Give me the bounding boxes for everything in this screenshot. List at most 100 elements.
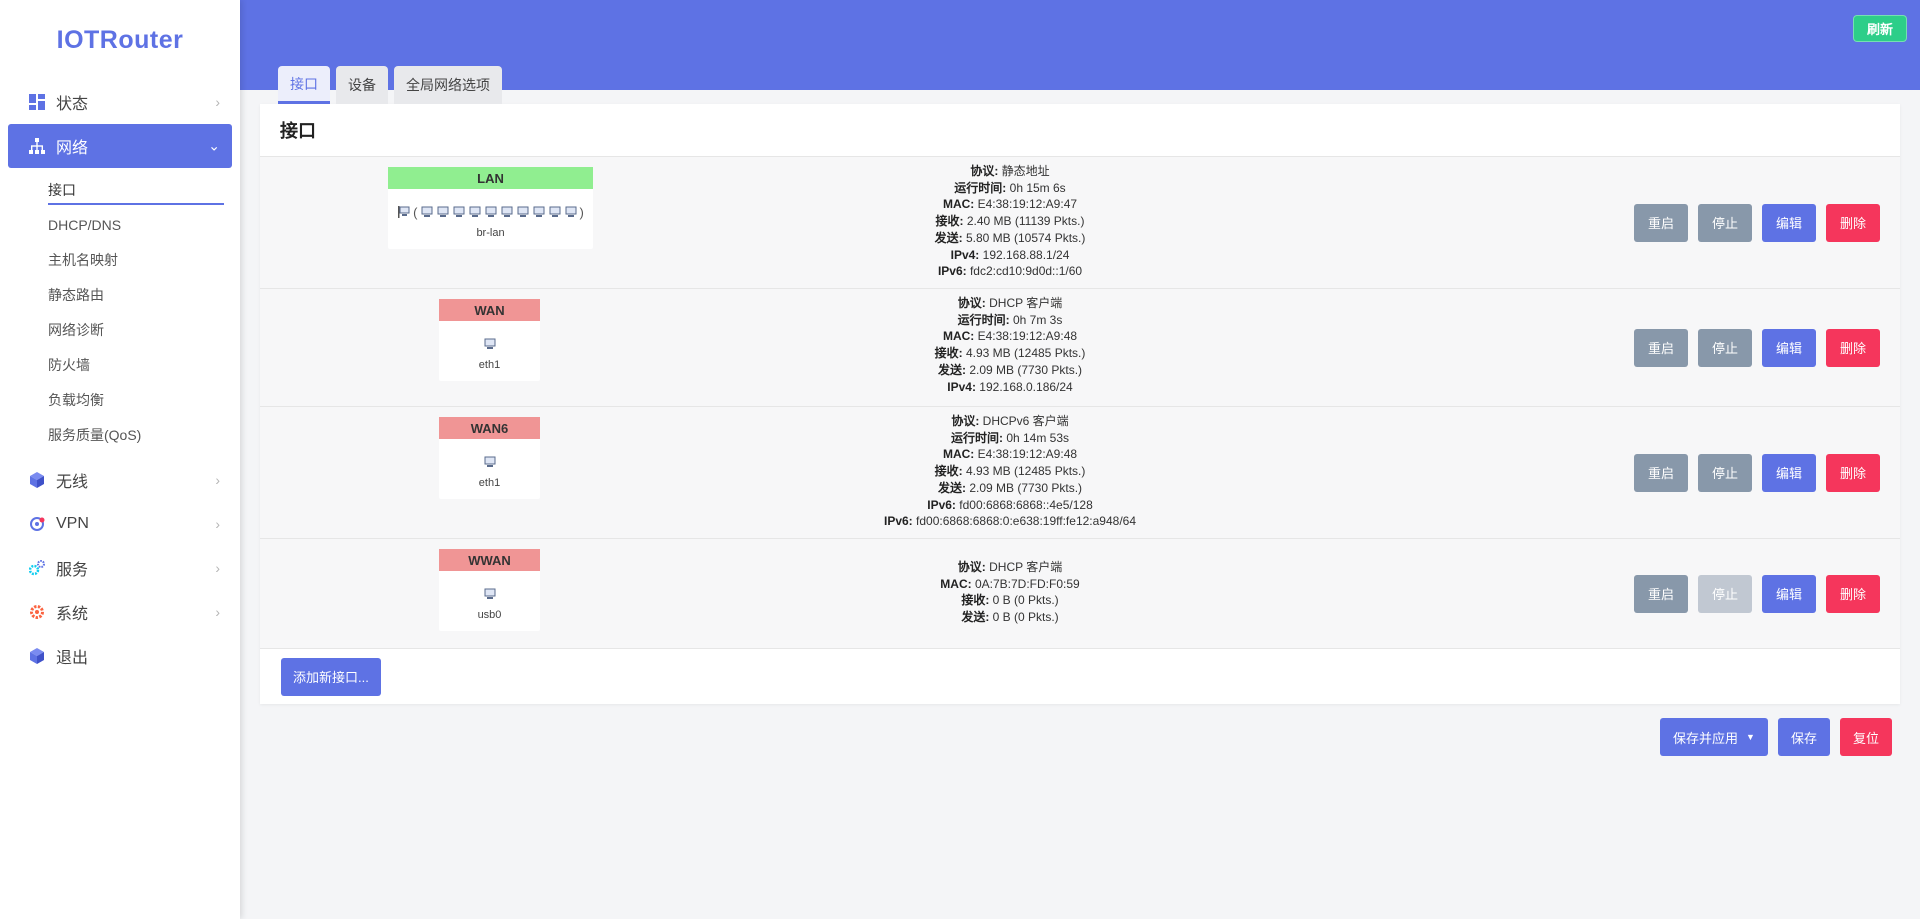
info-line: 运行时间: 0h 15m 6s bbox=[954, 180, 1066, 195]
info-line: 接收: 0 B (0 Pkts.) bbox=[961, 593, 1059, 608]
edit-button[interactable]: 编辑 bbox=[1762, 203, 1816, 242]
ethernet-port-icon bbox=[517, 206, 528, 217]
submenu-item-load-balancing[interactable]: 负载均衡 bbox=[0, 382, 240, 417]
info-line: 接收: 4.93 MB (12485 Pkts.) bbox=[934, 346, 1086, 361]
interface-badge-box: WAN6 eth1 bbox=[439, 417, 540, 499]
delete-button[interactable]: 删除 bbox=[1826, 453, 1880, 492]
add-interface-row: 添加新接口... bbox=[260, 648, 1900, 704]
ethernet-port-icon bbox=[565, 206, 576, 217]
row-actions: 重启 停止 编辑 删除 bbox=[1634, 453, 1880, 492]
submenu-item-interfaces[interactable]: 接口 bbox=[0, 172, 240, 207]
info-line: 发送: 2.09 MB (7730 Pkts.) bbox=[937, 480, 1083, 495]
submenu-item-static-routes[interactable]: 静态路由 bbox=[0, 277, 240, 312]
info-line: 运行时间: 0h 7m 3s bbox=[957, 312, 1063, 327]
sidebar-item-network[interactable]: 网络 ⌄ bbox=[8, 124, 232, 168]
sidebar-item-wireless[interactable]: 无线 › bbox=[8, 458, 232, 502]
info-line: MAC: E4:38:19:12:A9:48 bbox=[942, 447, 1078, 462]
sidebar-item-vpn[interactable]: VPN › bbox=[8, 502, 232, 546]
sidebar-item-label: 系统 bbox=[56, 606, 89, 623]
device-icons bbox=[439, 453, 540, 471]
interfaces-panel: 接口 LAN ( ) br-lan 协议: 静态地址 运行时间: 0h 15m … bbox=[260, 104, 1900, 704]
footer-actions: 保存并应用 ▼ 保存 复位 bbox=[1660, 718, 1892, 756]
sidebar-item-label: 退出 bbox=[56, 650, 89, 667]
edit-button[interactable]: 编辑 bbox=[1762, 328, 1816, 367]
reset-button[interactable]: 复位 bbox=[1839, 718, 1892, 756]
tab-devices[interactable]: 设备 bbox=[336, 66, 388, 104]
ethernet-port-icon bbox=[484, 338, 495, 349]
sidebar-item-label: 无线 bbox=[56, 474, 89, 491]
ethernet-port-icon bbox=[453, 206, 464, 217]
ethernet-port-icon bbox=[469, 206, 480, 217]
ethernet-port-icon bbox=[484, 588, 495, 599]
close-paren: ) bbox=[579, 204, 584, 220]
info-line: 协议: 静态地址 bbox=[970, 164, 1050, 178]
add-interface-button[interactable]: 添加新接口... bbox=[281, 657, 381, 696]
save-button[interactable]: 保存 bbox=[1777, 718, 1830, 756]
refresh-button[interactable]: 刷新 bbox=[1852, 15, 1907, 42]
edit-button[interactable]: 编辑 bbox=[1762, 574, 1816, 613]
sidebar: IOTRouter 状态 › 网络 ⌄ 接口 DHCP/DNS 主机名映射 静态… bbox=[0, 0, 240, 919]
interface-row-wwan: WWAN usb0 协议: DHCP 客户端 MAC: 0A:7B:7D:FD:… bbox=[260, 538, 1900, 648]
ethernet-port-icon bbox=[549, 206, 560, 217]
info-line: IPv6: fdc2:cd10:9d0d::1/60 bbox=[937, 264, 1083, 279]
interface-badge-box: LAN ( ) br-lan bbox=[388, 167, 593, 249]
restart-button[interactable]: 重启 bbox=[1634, 453, 1688, 492]
submenu-item-dhcp-dns[interactable]: DHCP/DNS bbox=[0, 207, 240, 242]
chevron-right-icon: › bbox=[215, 472, 220, 488]
submenu-item-firewall[interactable]: 防火墙 bbox=[0, 347, 240, 382]
sidebar-item-services[interactable]: 服务 › bbox=[8, 546, 232, 590]
sidebar-menu-lower: 无线 › VPN › 服务 › 系统 › 退出 bbox=[0, 458, 240, 678]
device-name: eth1 bbox=[478, 477, 501, 489]
interface-badge-box: WAN eth1 bbox=[439, 299, 540, 381]
ethernet-port-icon bbox=[437, 206, 448, 217]
sidebar-menu: 状态 › 网络 ⌄ bbox=[0, 80, 240, 168]
stop-button[interactable]: 停止 bbox=[1698, 203, 1752, 242]
tab-global-options[interactable]: 全局网络选项 bbox=[394, 66, 502, 104]
restart-button[interactable]: 重启 bbox=[1634, 328, 1688, 367]
info-line: 接收: 4.93 MB (12485 Pkts.) bbox=[934, 464, 1086, 479]
save-apply-label: 保存并应用 bbox=[1673, 730, 1739, 746]
row-actions: 重启 停止 编辑 删除 bbox=[1634, 203, 1880, 242]
info-line: 接收: 2.40 MB (11139 Pkts.) bbox=[935, 214, 1085, 229]
tab-bar: 接口 设备 全局网络选项 bbox=[278, 66, 508, 104]
info-line: IPv6: fd00:6868:6868::4e5/128 bbox=[927, 497, 1093, 512]
interface-name-badge: WWAN bbox=[439, 549, 540, 571]
gears-icon bbox=[28, 559, 46, 577]
delete-button[interactable]: 删除 bbox=[1826, 328, 1880, 367]
info-line: 发送: 2.09 MB (7730 Pkts.) bbox=[937, 362, 1083, 377]
network-icon bbox=[28, 137, 46, 155]
chevron-right-icon: › bbox=[215, 604, 220, 620]
sidebar-item-label: 网络 bbox=[56, 140, 89, 157]
stop-button[interactable]: 停止 bbox=[1698, 328, 1752, 367]
chevron-down-icon: ⌄ bbox=[208, 137, 220, 154]
cube-icon bbox=[28, 471, 46, 489]
info-line: 运行时间: 0h 14m 53s bbox=[950, 430, 1070, 445]
submenu-item-qos[interactable]: 服务质量(QoS) bbox=[0, 417, 240, 452]
save-apply-button[interactable]: 保存并应用 ▼ bbox=[1660, 718, 1768, 756]
caret-down-icon: ▼ bbox=[1746, 732, 1755, 742]
interface-row-wan6: WAN6 eth1 协议: DHCPv6 客户端 运行时间: 0h 14m 53… bbox=[260, 406, 1900, 538]
sidebar-item-status[interactable]: 状态 › bbox=[8, 80, 232, 124]
row-actions: 重启 停止 编辑 删除 bbox=[1634, 328, 1880, 367]
restart-button[interactable]: 重启 bbox=[1634, 574, 1688, 613]
tab-interfaces[interactable]: 接口 bbox=[278, 66, 330, 104]
sidebar-item-system[interactable]: 系统 › bbox=[8, 590, 232, 634]
sidebar-item-label: 状态 bbox=[56, 96, 89, 113]
info-line: 协议: DHCP 客户端 bbox=[957, 560, 1063, 574]
info-line: MAC: E4:38:19:12:A9:47 bbox=[942, 197, 1078, 212]
delete-button[interactable]: 删除 bbox=[1826, 574, 1880, 613]
submenu-item-diagnostics[interactable]: 网络诊断 bbox=[0, 312, 240, 347]
panel-title: 接口 bbox=[280, 121, 316, 141]
interface-row-wan: WAN eth1 协议: DHCP 客户端 运行时间: 0h 7m 3s MAC… bbox=[260, 288, 1900, 406]
bridge-ports-icons: ( ) bbox=[388, 203, 593, 221]
restart-button[interactable]: 重启 bbox=[1634, 203, 1688, 242]
edit-button[interactable]: 编辑 bbox=[1762, 453, 1816, 492]
delete-button[interactable]: 删除 bbox=[1826, 203, 1880, 242]
gear-icon bbox=[28, 603, 46, 621]
ethernet-port-icon bbox=[421, 206, 432, 217]
submenu-item-hostnames[interactable]: 主机名映射 bbox=[0, 242, 240, 277]
info-line: 发送: 5.80 MB (10574 Pkts.) bbox=[934, 230, 1086, 245]
sidebar-item-logout[interactable]: 退出 bbox=[8, 634, 232, 678]
stop-button[interactable]: 停止 bbox=[1698, 453, 1752, 492]
device-name: usb0 bbox=[477, 609, 502, 621]
